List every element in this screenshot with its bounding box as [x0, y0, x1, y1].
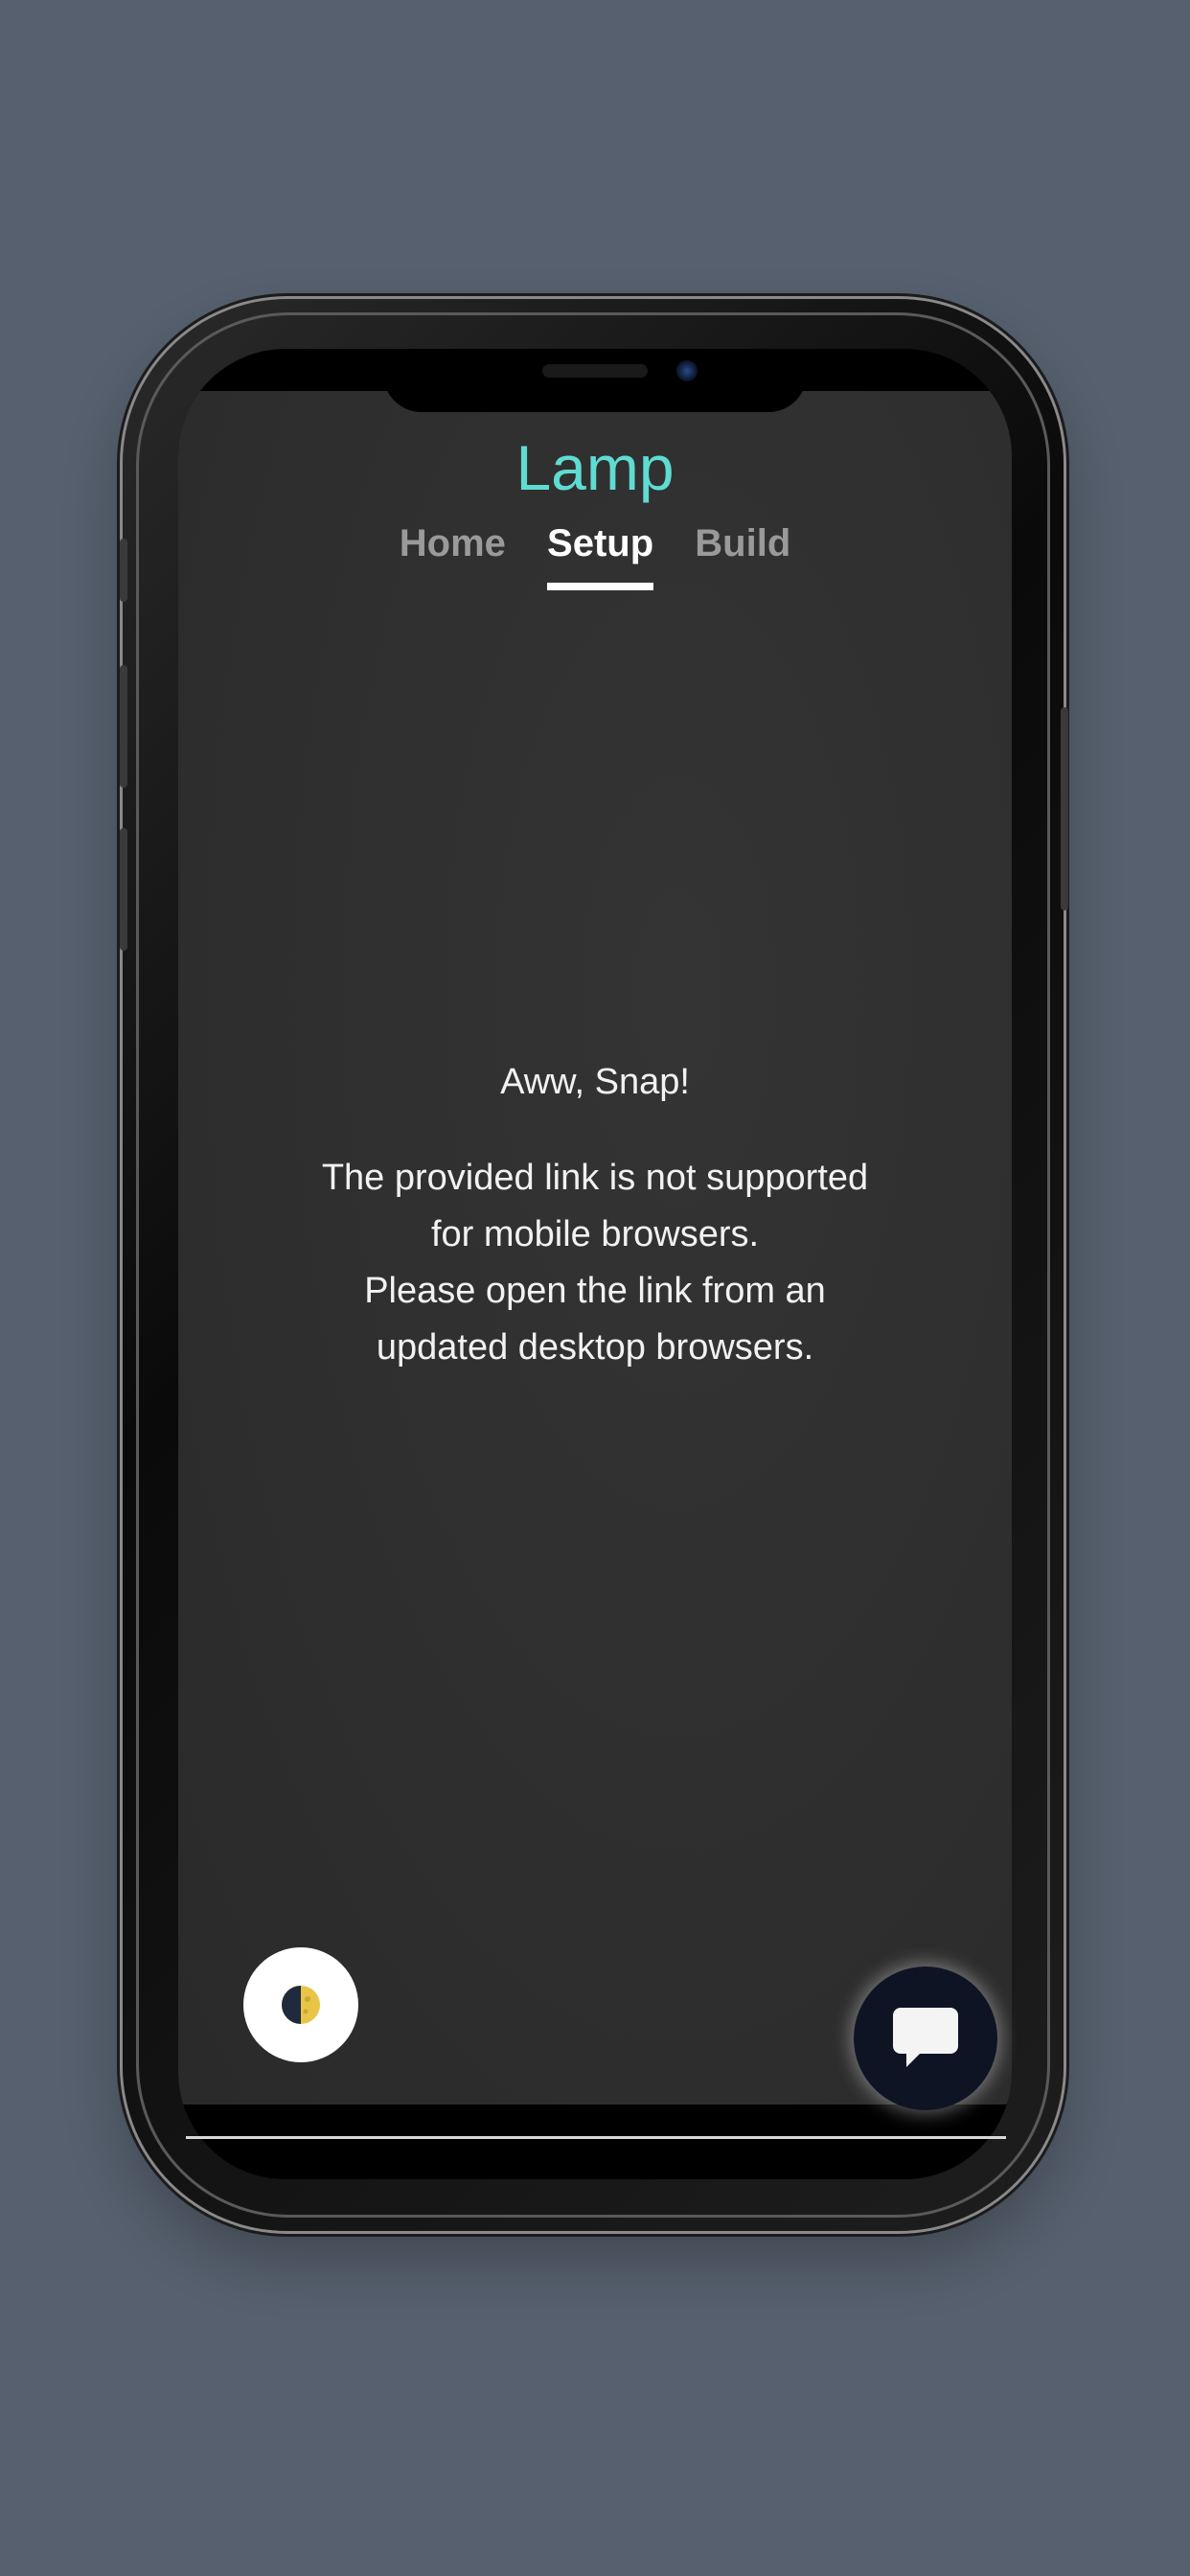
front-camera [676, 360, 698, 381]
tab-home[interactable]: Home [400, 522, 506, 583]
app-title: Lamp [515, 432, 675, 503]
error-line: for mobile browsers. [430, 1214, 760, 1254]
error-title: Aww, Snap! [500, 1062, 690, 1102]
error-line: The provided link is not supported [321, 1158, 869, 1198]
chat-button[interactable] [854, 1966, 997, 2110]
half-moon-icon [282, 1986, 320, 2024]
tab-setup[interactable]: Setup [547, 522, 654, 590]
tab-build[interactable]: Build [695, 522, 790, 583]
error-line: updated desktop browsers. [376, 1327, 814, 1368]
home-indicator-line [186, 2136, 1006, 2139]
error-line: Please open the link from an [364, 1271, 826, 1311]
error-message: The provided link is not supported for m… [0, 1150, 1190, 1376]
volume-up-button [120, 665, 127, 788]
power-button [1061, 707, 1068, 910]
notch [383, 349, 807, 412]
theme-toggle-button[interactable] [243, 1947, 358, 2062]
nav-tabs: Home Setup Build [0, 522, 1190, 590]
volume-down-button [120, 828, 127, 951]
speaker [542, 364, 648, 378]
chat-bubble-icon [893, 2008, 958, 2067]
